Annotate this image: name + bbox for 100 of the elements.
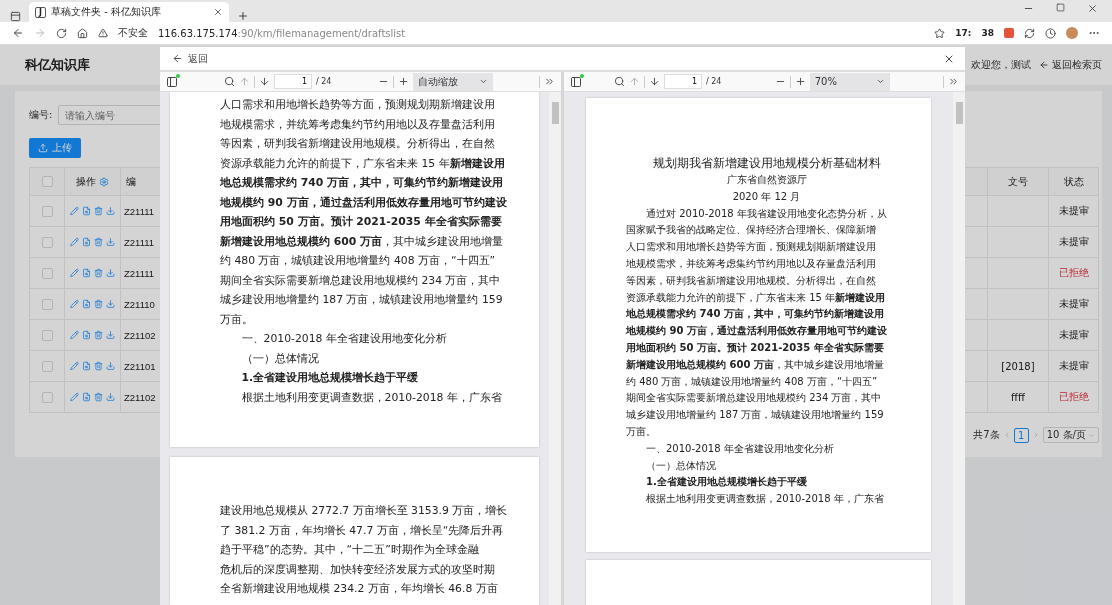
close-icon[interactable] [1087, 3, 1098, 14]
document-text-line: 全省新增建设用地规模 234.2 万亩，年均增长 46.8 万亩 [220, 581, 498, 597]
download-icon[interactable] [106, 268, 115, 278]
preview-icon[interactable] [82, 237, 91, 247]
document-text-line: 一、2010-2018 年全省建设用地变化分析 [240, 331, 447, 347]
edit-icon[interactable] [70, 330, 79, 340]
download-icon[interactable] [106, 330, 115, 340]
more-tools-icon[interactable] [544, 76, 555, 87]
edit-icon[interactable] [70, 268, 79, 278]
search-icon[interactable] [224, 76, 235, 87]
favorite-add-icon[interactable] [934, 27, 946, 39]
row-checkbox[interactable] [41, 329, 53, 341]
chevron-down-icon [1088, 431, 1095, 439]
zoom-in-icon[interactable] [397, 76, 409, 87]
preview-icon[interactable] [82, 299, 91, 309]
zoom-in-icon[interactable] [794, 76, 806, 87]
back-to-search-link[interactable]: 返回检索页 [1039, 58, 1102, 72]
chevron-down-icon [478, 77, 488, 86]
delete-icon[interactable] [94, 268, 103, 278]
table-cell: ffff [988, 382, 1049, 413]
back-icon[interactable] [12, 27, 24, 39]
document-text-line: 城乡建设用地增量约 187 万亩，城镇建设用地增量约 159 [220, 292, 503, 308]
download-icon[interactable] [106, 237, 115, 247]
row-checkbox[interactable] [41, 391, 53, 403]
restore-icon[interactable] [1056, 3, 1065, 12]
next-page-icon[interactable] [259, 76, 270, 87]
status-cell: 未提审 [1049, 289, 1099, 320]
welcome-text: 欢迎您，测试 [971, 58, 1031, 72]
zoom-select[interactable]: 自动缩放 [412, 72, 493, 91]
next-page-icon[interactable] [649, 76, 660, 87]
back-link[interactable]: 返回 [172, 51, 208, 66]
page-count: / 24 [706, 77, 722, 86]
zoom-select[interactable]: 70% [809, 72, 890, 91]
scrollbar-thumb[interactable] [551, 102, 559, 124]
scrollbar-thumb[interactable] [955, 102, 963, 124]
sidebar-toggle-icon[interactable] [570, 75, 582, 88]
extension-icon[interactable] [1004, 28, 1014, 38]
forward-icon[interactable] [34, 27, 46, 39]
delete-icon[interactable] [94, 361, 103, 371]
download-icon[interactable] [106, 299, 115, 309]
edit-icon[interactable] [70, 206, 79, 216]
document-text-line: 1.全省建设用地总规模增长趋于平缓 [645, 475, 807, 490]
preview-icon[interactable] [82, 268, 91, 278]
edit-icon[interactable] [70, 361, 79, 371]
delete-icon[interactable] [94, 299, 103, 309]
tab-actions-icon[interactable] [10, 11, 21, 22]
status-cell: 未提审 [1049, 351, 1099, 382]
download-icon[interactable] [106, 206, 115, 216]
refresh-extension-icon[interactable] [1024, 27, 1035, 39]
row-checkbox[interactable] [41, 267, 53, 279]
document-text-line: 期间全省实际需要新增总建设用地规模约 234 万亩，其中 [626, 391, 882, 406]
new-tab-icon[interactable] [237, 10, 249, 22]
preview-icon[interactable] [82, 206, 91, 216]
extension-badge[interactable]: 17: [955, 28, 972, 38]
history-icon[interactable] [1045, 27, 1056, 39]
select-all-checkbox[interactable] [41, 176, 53, 187]
extension-badge[interactable]: 38 [981, 28, 994, 38]
row-checkbox[interactable] [41, 205, 53, 217]
previous-page-icon[interactable] [239, 76, 250, 87]
app-title: 科亿知识库 [25, 56, 90, 74]
row-checkbox[interactable] [41, 360, 53, 372]
url-text[interactable]: 116.63.175.174:90/km/filemanagement/draftslist [158, 27, 925, 39]
page-number-field[interactable]: 1 [664, 74, 702, 89]
download-icon[interactable] [106, 361, 115, 371]
close-tab-icon[interactable] [213, 7, 223, 17]
total-count: 共7条 [973, 428, 1000, 442]
delete-icon[interactable] [94, 206, 103, 216]
row-checkbox[interactable] [41, 298, 53, 310]
edit-icon[interactable] [70, 237, 79, 247]
search-icon[interactable] [614, 76, 625, 87]
previous-page-icon[interactable] [629, 76, 640, 87]
document-text-line: （一）总体情况 [645, 458, 716, 473]
settings-icon[interactable] [99, 176, 109, 187]
profile-avatar[interactable] [1066, 27, 1078, 39]
edit-icon[interactable] [70, 392, 79, 402]
delete-icon[interactable] [94, 392, 103, 402]
upload-button[interactable]: 上传 [29, 138, 81, 158]
more-tools-icon[interactable] [948, 76, 959, 87]
delete-icon[interactable] [94, 237, 103, 247]
document-text-line: 人口需求和用地增长趋势等方面，预测规划期新增建设用 [626, 240, 876, 255]
page-number-field[interactable]: 1 [274, 74, 312, 89]
preview-icon[interactable] [82, 392, 91, 402]
security-label[interactable]: 不安全 [118, 26, 148, 40]
sidebar-toggle-icon[interactable] [166, 75, 178, 88]
preview-icon[interactable] [82, 330, 91, 340]
reload-icon[interactable] [56, 27, 67, 39]
document-text-line: 地规模需求，并统筹考虑集约节约用地以及存量盘活利用 [626, 257, 876, 271]
delete-icon[interactable] [94, 330, 103, 340]
warning-icon[interactable] [98, 28, 108, 38]
edit-icon[interactable] [70, 299, 79, 309]
scrollbar[interactable] [953, 92, 965, 605]
browser-tab[interactable]: J 草稿文件夹 - 科亿知识库 [29, 2, 229, 22]
document-text-line: 危机后的深度调整期、加快转变经济发展方式的攻坚时期 [220, 561, 495, 578]
document-text-line: 地规模约 90 万亩，通过盘活利用低效存量用地可节约建设 [626, 324, 887, 339]
home-icon[interactable] [77, 27, 88, 39]
scrollbar[interactable] [549, 92, 561, 605]
row-checkbox[interactable] [41, 236, 53, 248]
preview-icon[interactable] [82, 361, 91, 371]
page-size-select[interactable]: 10 条/页 [1042, 427, 1099, 443]
download-icon[interactable] [106, 392, 115, 402]
